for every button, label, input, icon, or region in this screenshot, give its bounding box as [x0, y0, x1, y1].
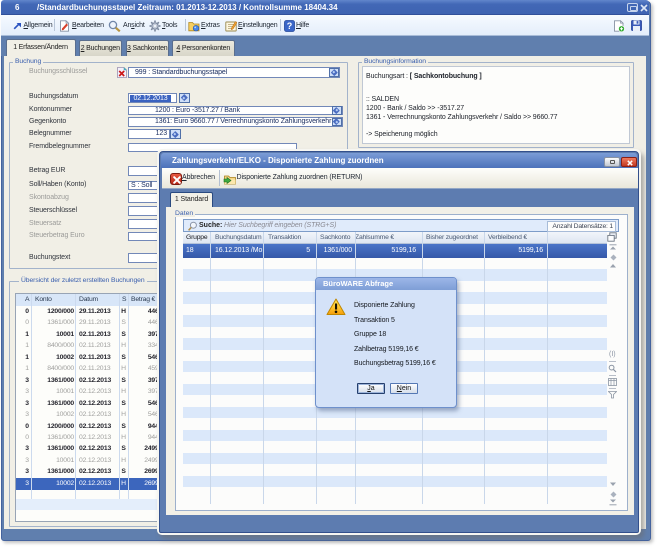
- svg-text:?: ?: [287, 21, 293, 31]
